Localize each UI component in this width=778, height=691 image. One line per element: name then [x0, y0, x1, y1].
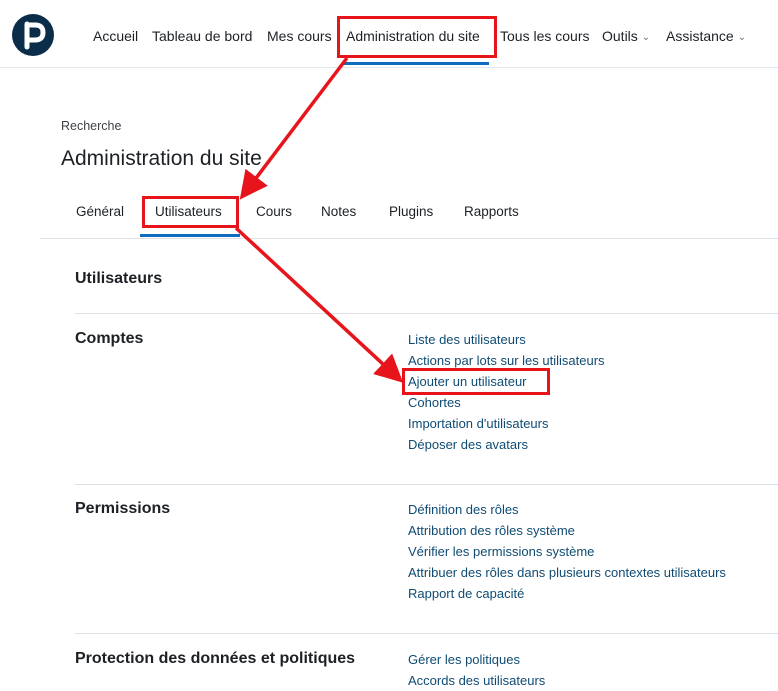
tab-plugins[interactable]: Plugins	[389, 204, 433, 219]
link-liste-des-utilisateurs[interactable]: Liste des utilisateurs	[408, 332, 526, 347]
link-importation-utilisateurs[interactable]: Importation d'utilisateurs	[408, 416, 549, 431]
link-attribuer-roles-contextes[interactable]: Attribuer des rôles dans plusieurs conte…	[408, 565, 726, 580]
page-title: Administration du site	[61, 147, 262, 170]
link-definition-des-roles[interactable]: Définition des rôles	[408, 502, 519, 517]
link-verifier-permissions-systeme[interactable]: Vérifier les permissions système	[408, 544, 594, 559]
section-title-comptes: Comptes	[75, 330, 144, 347]
section-title-permissions: Permissions	[75, 500, 171, 517]
nav-active-indicator	[343, 62, 489, 65]
top-navbar: Accueil Tableau de bord Mes cours Admini…	[0, 0, 778, 68]
site-logo[interactable]	[12, 14, 54, 56]
annotation-arrow-1	[239, 56, 349, 200]
chevron-down-icon: ⌄	[737, 32, 747, 43]
chevron-down-icon: ⌄	[641, 32, 651, 43]
section-title-protection-donnees: Protection des données et politiques	[75, 650, 356, 667]
divider	[75, 484, 778, 485]
link-ajouter-un-utilisateur[interactable]: Ajouter un utilisateur	[408, 374, 527, 389]
tab-general[interactable]: Général	[76, 204, 124, 219]
tab-utilisateurs[interactable]: Utilisateurs	[155, 204, 222, 219]
tab-notes[interactable]: Notes	[321, 204, 356, 219]
section-links-comptes: Liste des utilisateurs Actions par lots …	[408, 329, 605, 455]
moodle-p-logo-icon	[24, 21, 46, 50]
link-rapport-de-capacite[interactable]: Rapport de capacité	[408, 586, 524, 601]
tab-rapports[interactable]: Rapports	[464, 204, 519, 219]
nav-item-tableau-de-bord[interactable]: Tableau de bord	[152, 28, 252, 44]
nav-item-accueil[interactable]: Accueil	[93, 28, 138, 44]
section-links-protection-donnees: Gérer les politiques Accords des utilisa…	[408, 649, 545, 691]
link-accords-des-utilisateurs[interactable]: Accords des utilisateurs	[408, 673, 545, 688]
divider	[75, 313, 778, 314]
content-heading: Utilisateurs	[75, 270, 163, 287]
divider	[75, 633, 778, 634]
annotation-arrow-2	[234, 226, 404, 383]
link-attribution-roles-systeme[interactable]: Attribution des rôles système	[408, 523, 575, 538]
link-cohortes[interactable]: Cohortes	[408, 395, 461, 410]
link-gerer-les-politiques[interactable]: Gérer les politiques	[408, 652, 520, 667]
nav-item-administration-du-site[interactable]: Administration du site	[346, 28, 480, 44]
nav-item-mes-cours[interactable]: Mes cours	[267, 28, 332, 44]
link-actions-par-lots[interactable]: Actions par lots sur les utilisateurs	[408, 353, 605, 368]
nav-item-assistance[interactable]: Assistance ⌄	[666, 28, 746, 44]
link-deposer-des-avatars[interactable]: Déposer des avatars	[408, 437, 528, 452]
nav-item-tous-les-cours[interactable]: Tous les cours	[500, 28, 589, 44]
tab-cours[interactable]: Cours	[256, 204, 292, 219]
breadcrumb[interactable]: Recherche	[61, 119, 121, 133]
nav-item-outils[interactable]: Outils ⌄	[602, 28, 650, 44]
tabs-divider	[40, 238, 778, 239]
section-links-permissions: Définition des rôles Attribution des rôl…	[408, 499, 726, 604]
tab-active-indicator	[140, 234, 240, 237]
